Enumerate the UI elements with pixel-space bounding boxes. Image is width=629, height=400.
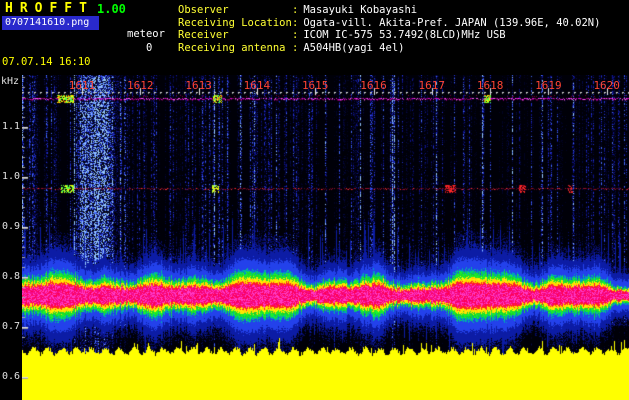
freq-tick-label: 0.8 — [2, 271, 21, 282]
info-separator: : — [292, 4, 299, 16]
info-label: Receiver — [178, 29, 229, 41]
info-row: Observer: Masayuki Kobayashi — [178, 4, 600, 17]
freq-tick-label: 0.6 — [2, 371, 21, 382]
app-title: HROFFT — [5, 1, 94, 16]
info-row: Receiving antenna: A504HB(yagi 4el) — [178, 42, 600, 55]
meteor-mode-label: meteor — [127, 28, 165, 40]
freq-tick-label: 1.1 — [2, 121, 21, 132]
info-row: Receiving Location: Ogata-vill. Akita-Pre… — [178, 17, 600, 30]
info-separator: : — [292, 16, 299, 29]
info-label: Observer — [178, 4, 229, 16]
hrofft-app: HROFFT 1.00 0707141610.png meteor 0 07.0… — [0, 0, 629, 400]
timestamp: 07.07.14 16:10 — [2, 56, 91, 68]
info-separator: : — [292, 29, 299, 41]
meteor-count: 0 — [146, 42, 153, 54]
freq-tick-label: 0.9 — [2, 221, 21, 232]
info-value: ICOM IC-575 53.7492(8LCD)MHz USB — [303, 29, 506, 41]
info-label: Receiving Location — [178, 16, 292, 29]
filename-badge: 0707141610.png — [2, 16, 100, 30]
freq-tick-label: 0.7 — [2, 321, 21, 332]
info-label: Receiving antenna — [178, 41, 286, 54]
info-value: A504HB(yagi 4el) — [303, 41, 405, 54]
freq-tick-label: 1.0 — [2, 171, 21, 182]
freq-axis-unit: kHz — [1, 76, 20, 87]
filename-text: 0707141610.png — [5, 17, 90, 28]
info-panel: Observer: Masayuki Kobayashi Receiving Loc… — [178, 4, 600, 54]
app-version: 1.00 — [97, 2, 126, 16]
spectrogram-canvas — [22, 75, 629, 400]
info-value: Masayuki Kobayashi — [303, 4, 418, 16]
info-value: Ogata-vill. Akita-Pref. JAPAN (139.96E, … — [303, 16, 601, 29]
spectrogram-area: kHz 1.1 1.0 0.9 0.8 0.7 0.6 1611 1612 1613 1614 1… — [0, 75, 629, 400]
info-separator: : — [292, 41, 299, 54]
info-row: Receiver: ICOM IC-575 53.7492(8LCD)MHz US… — [178, 29, 600, 42]
